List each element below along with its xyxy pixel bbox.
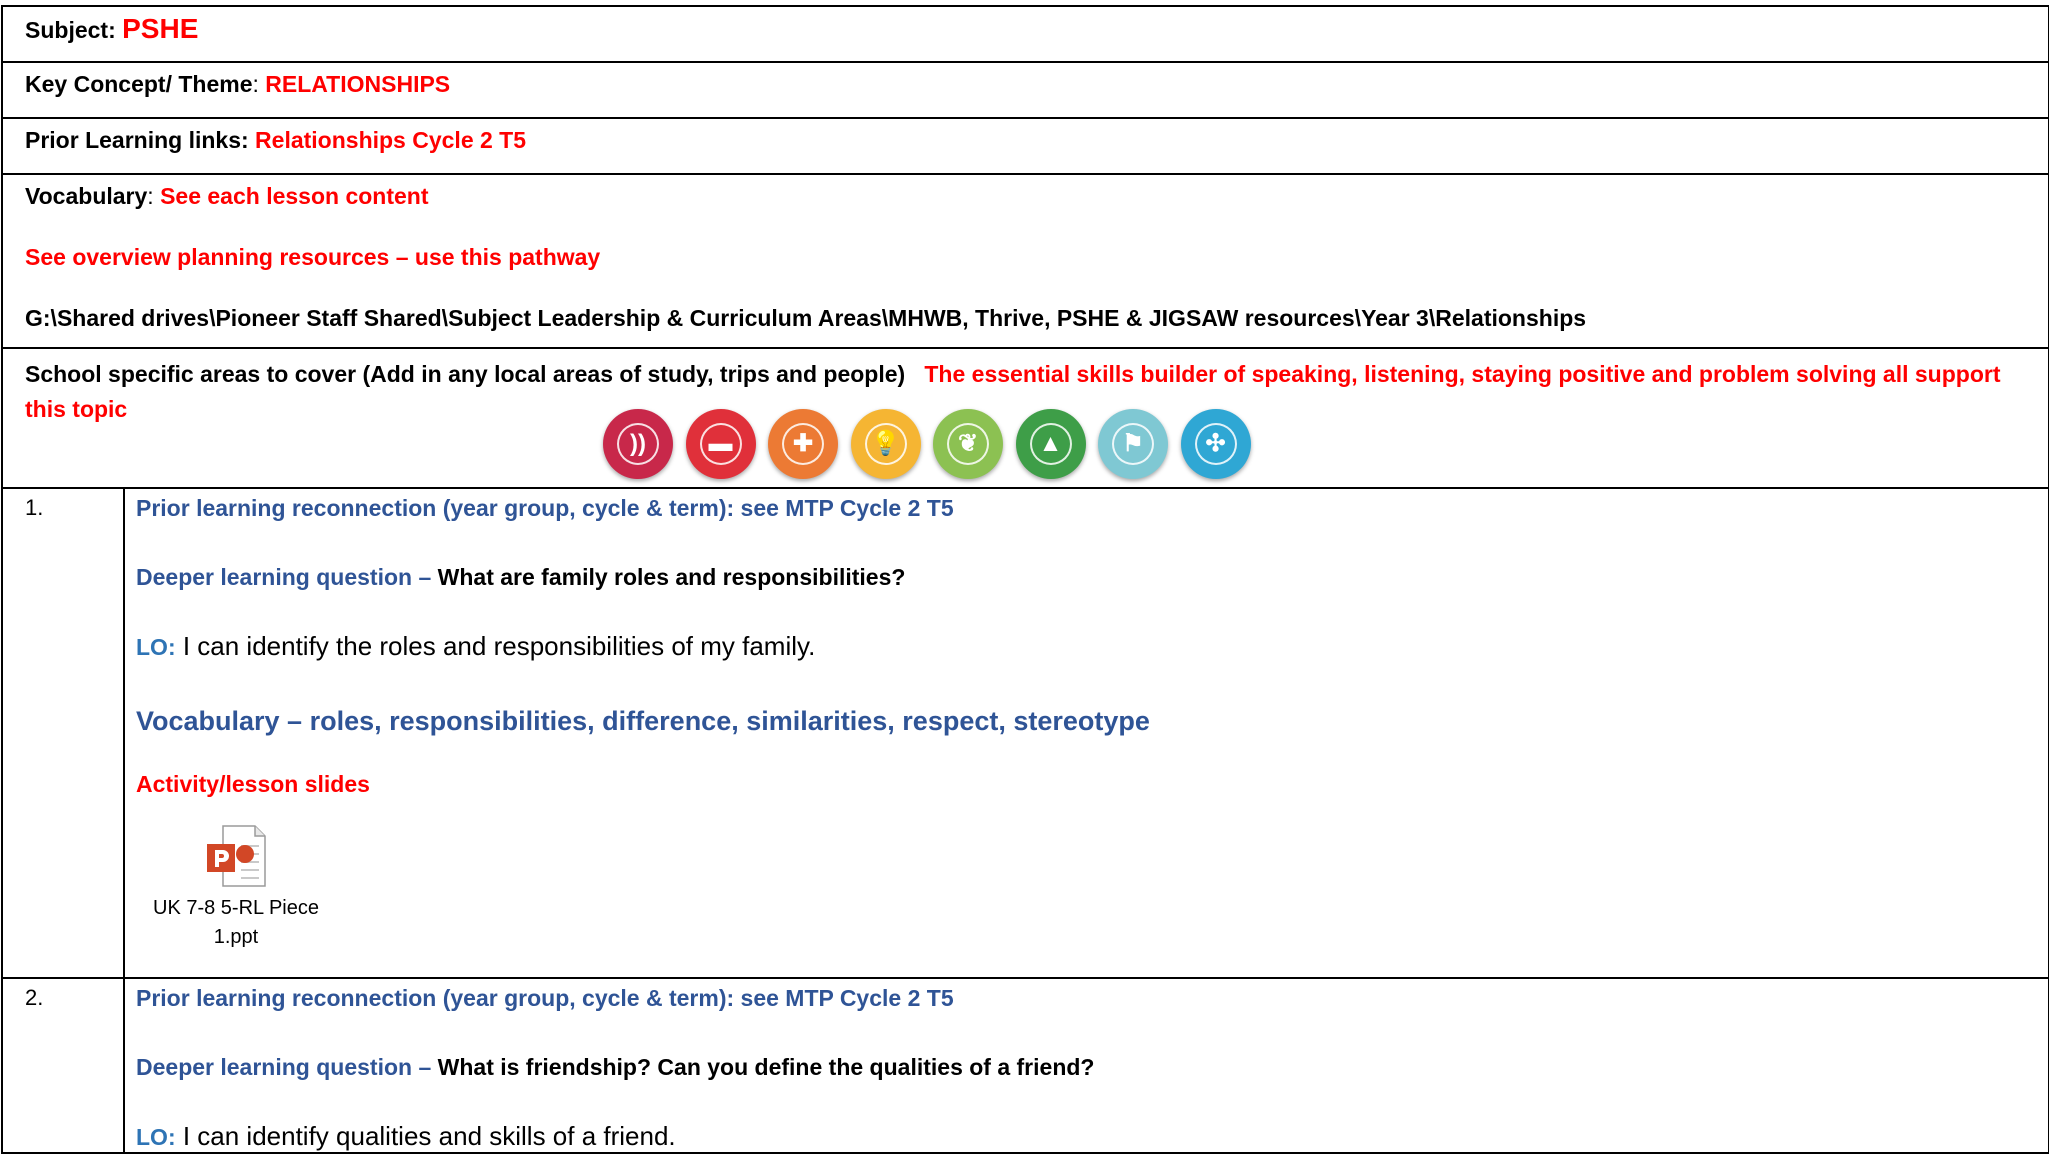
theme-label: Key Concept/ Theme — [25, 71, 253, 97]
attached-file[interactable]: UK 7-8 5-RL Piece 1.ppt — [136, 824, 336, 952]
theme-cell: Key Concept/ Theme: RELATIONSHIPS — [1, 61, 2049, 119]
aiming-high-icon: ▲ — [1015, 409, 1086, 479]
school-specific-label: School specific areas to cover (Add in a… — [25, 361, 906, 387]
theme-separator: : — [252, 71, 259, 97]
lesson-vocabulary: Vocabulary – roles, responsibilities, di… — [136, 706, 1150, 736]
creativity-icon: 💡 — [850, 409, 921, 479]
vocabulary-value: See each lesson content — [160, 183, 429, 209]
speaking-icon: ▬ — [685, 409, 756, 479]
file-name-line1: UK 7-8 5-RL Piece — [153, 897, 319, 919]
lo-text: I can identify qualities and skills of a… — [175, 1121, 676, 1151]
planning-document: Subject: PSHE Key Concept/ Theme: RELATI… — [0, 5, 2049, 1154]
deeper-learning-text: What are family roles and responsibiliti… — [431, 564, 906, 590]
school-specific-cell: School specific areas to cover (Add in a… — [1, 347, 2049, 489]
lo-text: I can identify the roles and responsibil… — [175, 631, 816, 661]
deeper-learning-text: What is friendship? Can you define the q… — [431, 1054, 1095, 1080]
lesson-content: Prior learning reconnection (year group,… — [123, 977, 2049, 1154]
lo-label: LO: — [136, 1124, 176, 1150]
deeper-learning-question: Deeper learning question – What is frien… — [136, 1054, 2048, 1081]
staying-positive-icon: ❦ — [933, 409, 1003, 479]
listening-icon: )) — [603, 409, 673, 479]
subject-row: Subject: PSHE — [1, 5, 2049, 63]
planning-table: Subject: PSHE Key Concept/ Theme: RELATI… — [1, 5, 2049, 1154]
subject-label: Subject: — [25, 17, 116, 43]
prior-links-value: Relationships Cycle 2 T5 — [255, 127, 527, 153]
prior-links-cell: Prior Learning links: Relationships Cycl… — [1, 117, 2049, 175]
problem-solving-icon: ✚ — [768, 409, 838, 479]
leadership-icon: ⚑ — [1098, 409, 1168, 479]
prior-learning-reconnection: Prior learning reconnection (year group,… — [136, 985, 954, 1011]
lesson-number: 1. — [1, 487, 125, 979]
resource-path-link[interactable]: G:\Shared drives\Pioneer Staff Shared\Su… — [25, 305, 2048, 332]
school-specific-row: School specific areas to cover (Add in a… — [1, 347, 2049, 489]
teamwork-icon: ✣ — [1180, 409, 1251, 479]
file-name-line2: 1.ppt — [213, 926, 259, 948]
vocabulary-cell: Vocabulary: See each lesson content See … — [1, 173, 2049, 349]
activity-heading: Activity/lesson slides — [136, 771, 370, 797]
theme-row: Key Concept/ Theme: RELATIONSHIPS — [1, 61, 2049, 119]
learning-objective: LO: I can identify the roles and respons… — [136, 631, 2048, 662]
deeper-learning-label: Deeper learning question – — [136, 564, 432, 590]
deeper-learning-label: Deeper learning question – — [136, 1054, 432, 1080]
powerpoint-file-icon — [201, 824, 271, 890]
lesson-number: 2. — [1, 977, 125, 1154]
theme-value: RELATIONSHIPS — [265, 71, 451, 97]
prior-links-row: Prior Learning links: Relationships Cycl… — [1, 117, 2049, 175]
prior-learning-reconnection: Prior learning reconnection (year group,… — [136, 495, 954, 521]
vocabulary-line: Vocabulary: See each lesson content — [25, 183, 2048, 210]
subject-cell: Subject: PSHE — [1, 5, 2049, 63]
lo-label: LO: — [136, 634, 176, 660]
school-specific-text: School specific areas to cover (Add in a… — [3, 349, 2048, 427]
vocabulary-label: Vocabulary — [25, 183, 148, 209]
overview-resources-text: See overview planning resources – use th… — [25, 244, 601, 270]
learning-objective: LO: I can identify qualities and skills … — [136, 1121, 2048, 1152]
prior-links-label: Prior Learning links: — [25, 127, 249, 153]
lesson-row: 2. Prior learning reconnection (year gro… — [1, 977, 2049, 1154]
deeper-learning-question: Deeper learning question – What are fami… — [136, 564, 2048, 591]
lesson-row: 1. Prior learning reconnection (year gro… — [1, 487, 2049, 979]
subject-value: PSHE — [122, 13, 199, 44]
lesson-content: Prior learning reconnection (year group,… — [123, 487, 2049, 979]
vocabulary-row: Vocabulary: See each lesson content See … — [1, 173, 2049, 349]
vocabulary-separator: : — [147, 183, 154, 209]
